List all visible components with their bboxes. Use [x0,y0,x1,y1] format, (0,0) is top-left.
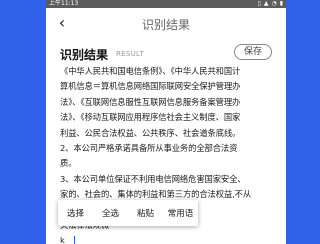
battery-icon: ▮ [279,0,283,7]
nav-bar: ‹ 识别结果 [46,8,286,38]
text-line: 利益、公民合法权益、公共秩序、社会道条底线。 [60,127,241,138]
text-line: 3、本公司单位保证不利用电信网络危害国家安全、 [60,173,246,184]
result-header: 识别结果 RESULT 保存 [56,44,278,64]
sim-icon: ▯ [257,0,261,7]
text-cursor [74,236,75,244]
select-all-option[interactable]: 全选 [93,207,128,219]
text-line: 2、本公司严格承诺具备所从事业务的全部合法资 [60,143,238,154]
phone-screen: 上午11:13 ▯ ▲ ◔ ▮ ‹ 识别结果 识别结果 RESULT 保存 《中… [46,0,286,244]
text-line: 法》、《互联网信息服性互联网信息服务备案管理办 [60,96,241,107]
status-time: 上午11:13 [49,0,79,7]
common-phrases-option[interactable]: 常用语 [163,207,198,219]
save-button[interactable]: 保存 [234,44,272,60]
result-subtitle: RESULT [116,50,144,58]
text-line: 算机信息＝算机信息网络国际联网安全保护管理办 [60,81,241,92]
select-option[interactable]: 选择 [58,207,93,219]
result-title: 识别结果 [60,48,109,62]
text-line: 《中华人民共和国电信条例》、《中华人民共和国计 [60,66,241,76]
context-menu: 选择 全选 粘贴 常用语 [58,200,198,226]
signal-icon: ▲ [263,0,269,7]
status-bar: 上午11:13 ▯ ▲ ◔ ▮ [46,0,286,8]
paste-option[interactable]: 粘贴 [128,207,163,219]
page-title: 识别结果 [141,18,190,32]
text-line: k [60,235,65,244]
screen: 上午11:13 ▯ ▲ ◔ ▮ ‹ 识别结果 识别结果 RESULT 保存 《中… [0,0,320,244]
text-line: 质。 [60,158,77,169]
text-line: 法》、《移动互联网应用程序信社会主义制度、国家 [60,112,241,123]
status-icons: ▯ ▲ ◔ ▮ [258,0,284,8]
wifi-icon: ◔ [271,0,277,7]
